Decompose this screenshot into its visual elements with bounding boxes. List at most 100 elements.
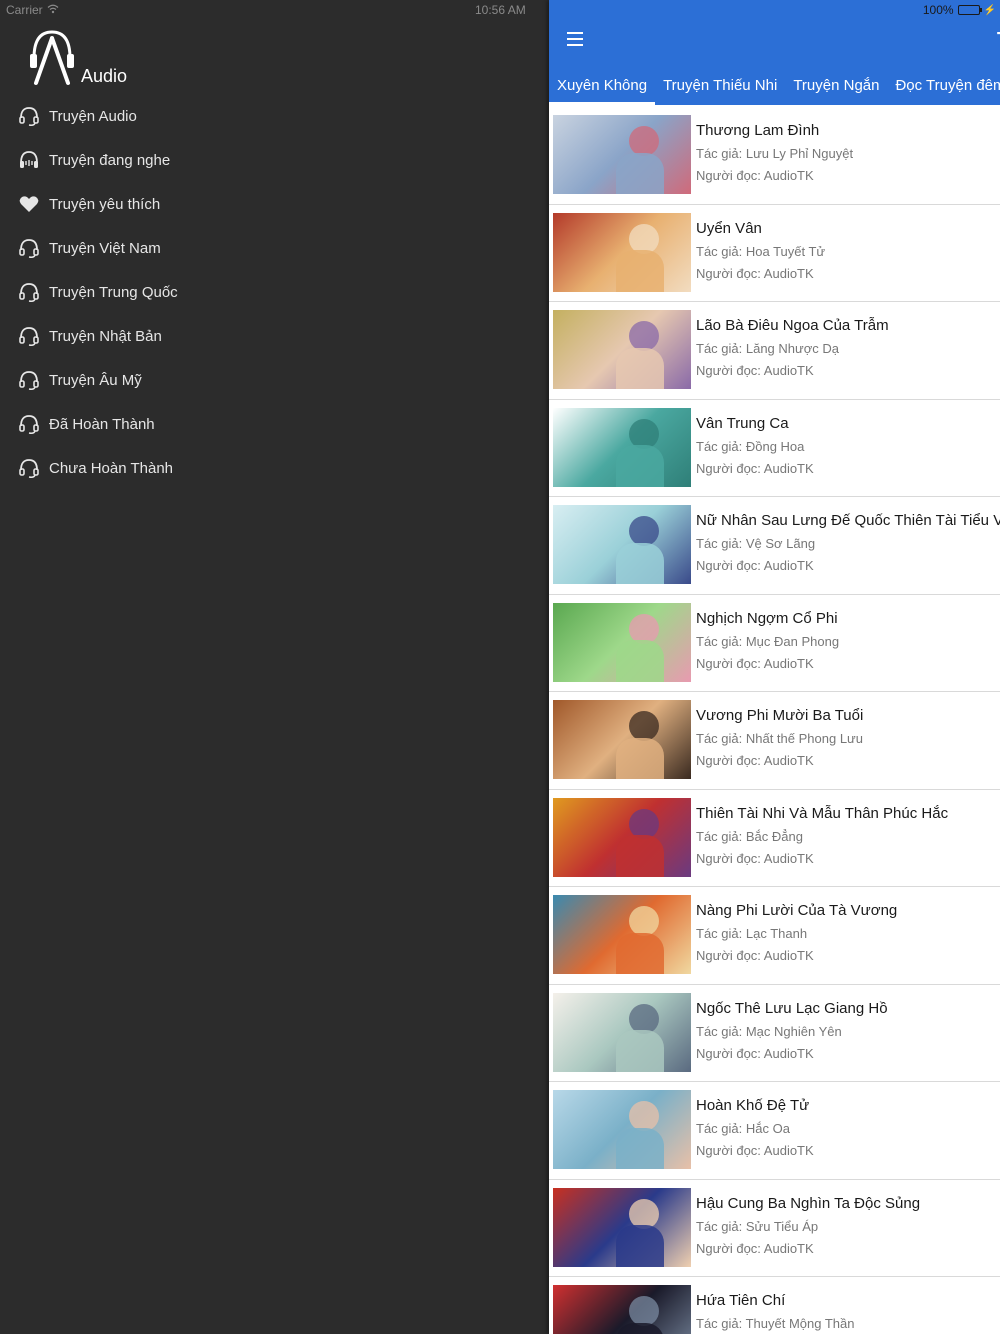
sidebar-menu: Carrier 10:56 AM Audio Truyện Audio Truyệ… (0, 0, 549, 1334)
story-row[interactable]: Hoàn Khố Đệ Tử Tác giả: Hắc Oa Người đọc: … (549, 1082, 1000, 1180)
sidebar-item-label: Truyện Việt Nam (49, 239, 161, 257)
menu-toggle-button[interactable] (567, 32, 583, 46)
sidebar-item-4[interactable]: Truyện Trung Quốc (0, 270, 549, 314)
story-info: Hậu Cung Ba Nghìn Ta Độc Sủng Tác giả: Sử… (696, 1188, 920, 1256)
story-author: Tác giả: Sửu Tiểu Áp (696, 1218, 819, 1234)
story-info: Thiên Tài Nhi Và Mẫu Thân Phúc Hắc Tác gi… (696, 798, 948, 866)
sidebar-item-label: Truyện Audio (49, 107, 137, 125)
story-author: Tác giả: Lăng Nhược Dạ (696, 341, 839, 356)
story-info: Nữ Nhân Sau Lưng Đế Quốc Thiên Tài Tiểu … (696, 505, 1000, 573)
sidebar-item-8[interactable]: Chưa Hoàn Thành (0, 446, 549, 490)
story-title: Nghịch Ngợm Cổ Phi (696, 609, 838, 627)
story-title: Nàng Phi Lười Của Tà Vương (696, 902, 898, 919)
story-info: Ngốc Thê Lưu Lạc Giang Hồ Tác giả: Mạc Ng… (696, 993, 888, 1061)
story-reader: Người đọc: AudioTK (696, 558, 814, 573)
app-logo-icon (28, 28, 76, 86)
story-title: Thương Lam Đình (696, 122, 820, 139)
status-time: 10:56 AM (475, 3, 526, 17)
story-row[interactable]: Vương Phi Mười Ba Tuổi Tác giả: Nhất thế … (549, 692, 1000, 790)
sidebar-menu-list: Truyện Audio Truyện đang nghe Truyện yêu t… (0, 94, 549, 490)
headset-icon (18, 237, 40, 259)
story-row[interactable]: Vân Trung Ca Tác giả: Đồng Hoa Người đọc: … (549, 400, 1000, 497)
tab-3[interactable]: Đọc Truyện đêm khuya (887, 62, 1000, 105)
story-cover-image (553, 700, 691, 779)
story-row[interactable]: Nữ Nhân Sau Lưng Đế Quốc Thiên Tài Tiểu … (549, 497, 1000, 595)
sidebar-item-label: Truyện Trung Quốc (49, 283, 178, 301)
tab-1[interactable]: Truyện Thiếu Nhi (655, 62, 785, 105)
sidebar-item-0[interactable]: Truyện Audio (0, 94, 549, 138)
logo-text: Audio (81, 66, 128, 86)
story-author: Tác giả: Lưu Ly Phỉ Nguyệt (696, 146, 854, 161)
story-cover-image (553, 895, 691, 974)
story-row[interactable]: Hậu Cung Ba Nghìn Ta Độc Sủng Tác giả: Sử… (549, 1180, 1000, 1277)
story-cover-image (553, 212, 691, 292)
story-title: Thiên Tài Nhi Và Mẫu Thân Phúc Hắc (696, 804, 949, 822)
nav-bar: 100% ⚡ T (549, 0, 1000, 62)
sidebar-item-1[interactable]: Truyện đang nghe (0, 138, 549, 182)
tab-0[interactable]: Xuyên Không (549, 62, 656, 105)
story-reader: Người đọc: AudioTK (696, 1143, 814, 1158)
headset-icon (18, 369, 40, 391)
app-root: Carrier 10:56 AM Audio Truyện Audio Truyệ… (0, 0, 1000, 1334)
story-info: Uyển Vân Tác giả: Hoa Tuyết Tử Người đọc: … (696, 213, 825, 281)
story-row[interactable]: Thương Lam Đình Tác giả: Lưu Ly Phỉ Nguyệ… (549, 107, 1000, 205)
story-row[interactable]: Lão Bà Điêu Ngoa Của Trẫm Tác giả: Lăng N… (549, 302, 1000, 400)
story-title: Nữ Nhân Sau Lưng Đế Quốc Thiên Tài Tiểu … (696, 512, 1000, 529)
battery-status: 100% ⚡ (923, 3, 996, 17)
story-reader: Người đọc: AudioTK (696, 265, 814, 281)
headphones-icon (18, 149, 40, 171)
sidebar-item-5[interactable]: Truyện Nhật Bản (0, 314, 549, 358)
story-reader: Người đọc: AudioTK (696, 460, 814, 476)
story-title: Vương Phi Mười Ba Tuổi (696, 707, 864, 724)
story-title: Uyển Vân (696, 219, 762, 237)
story-info: Nàng Phi Lười Của Tà Vương Tác giả: Lạc T… (696, 895, 897, 963)
story-cover-image (553, 992, 691, 1072)
story-cover-image (553, 1187, 691, 1267)
story-info: Thương Lam Đình Tác giả: Lưu Ly Phỉ Nguyệ… (696, 115, 853, 183)
story-author: Tác giả: Mục Đan Phong (696, 633, 840, 649)
headset-icon (18, 105, 40, 127)
sidebar-item-label: Chưa Hoàn Thành (49, 459, 174, 477)
story-cover-image (553, 602, 691, 682)
story-row[interactable]: Ngốc Thê Lưu Lạc Giang Hồ Tác giả: Mạc Ng… (549, 985, 1000, 1082)
sidebar-item-label: Truyện yêu thích (49, 195, 161, 213)
headset-icon (18, 413, 40, 435)
story-row[interactable]: Nghịch Ngợm Cổ Phi Tác giả: Mục Đan Phong… (549, 595, 1000, 692)
story-row[interactable]: Nàng Phi Lười Của Tà Vương Tác giả: Lạc T… (549, 887, 1000, 985)
sidebar-item-2[interactable]: Truyện yêu thích (0, 182, 549, 226)
story-cover-image (553, 1090, 691, 1169)
story-author: Tác giả: Đồng Hoa (696, 438, 805, 454)
story-row[interactable]: Hứa Tiên ChíTác giả: Thuyết Mộng ThầnNgư… (549, 1277, 1000, 1334)
story-title: Hứa Tiên Chí (696, 1292, 786, 1309)
story-title: Vân Trung Ca (696, 414, 789, 432)
sidebar-item-label: Truyện đang nghe (49, 151, 171, 169)
headset-icon (18, 325, 40, 347)
status-carrier: Carrier (6, 3, 59, 17)
sidebar-item-6[interactable]: Truyện Âu Mỹ (0, 358, 549, 402)
tab-2[interactable]: Truyện Ngắn (785, 62, 887, 105)
story-info: Nghịch Ngợm Cổ Phi Tác giả: Mục Đan Phong… (696, 603, 839, 671)
story-cover-image (553, 1285, 691, 1334)
story-reader: Người đọc: AudioTK (696, 850, 814, 866)
carrier-label: Carrier (6, 3, 43, 17)
sidebar-item-label: Truyện Nhật Bản (49, 327, 162, 345)
story-reader: Người đọc: AudioTK (696, 655, 814, 671)
sidebar-item-3[interactable]: Truyện Việt Nam (0, 226, 549, 270)
story-author: Tác giả: Hoa Tuyết Tử (696, 243, 826, 259)
story-cover-image (553, 797, 691, 877)
story-reader: Người đọc: AudioTK (696, 168, 814, 183)
charging-icon: ⚡ (983, 4, 996, 16)
story-cover-image (553, 310, 691, 389)
story-author: Tác giả: Mạc Nghiên Yên (696, 1023, 842, 1039)
story-list: Thương Lam Đình Tác giả: Lưu Ly Phỉ Nguyệ… (549, 107, 1000, 1334)
sidebar-item-7[interactable]: Đã Hoàn Thành (0, 402, 549, 446)
story-reader: Người đọc: AudioTK (696, 753, 814, 768)
story-row[interactable]: Thiên Tài Nhi Và Mẫu Thân Phúc Hắc Tác gi… (549, 790, 1000, 887)
story-info: Hứa Tiên ChíTác giả: Thuyết Mộng ThầnNgư… (696, 1285, 855, 1334)
main-panel: 100% ⚡ T Xuyên KhôngTruyện Thiếu NhiTruy… (549, 0, 1000, 1334)
story-row[interactable]: Uyển Vân Tác giả: Hoa Tuyết Tử Người đọc: … (549, 205, 1000, 302)
headset-icon (18, 457, 40, 479)
story-reader: Người đọc: AudioTK (696, 1240, 814, 1256)
story-reader: Người đọc: AudioTK (696, 1045, 814, 1061)
story-title: Hậu Cung Ba Nghìn Ta Độc Sủng (696, 1194, 921, 1212)
